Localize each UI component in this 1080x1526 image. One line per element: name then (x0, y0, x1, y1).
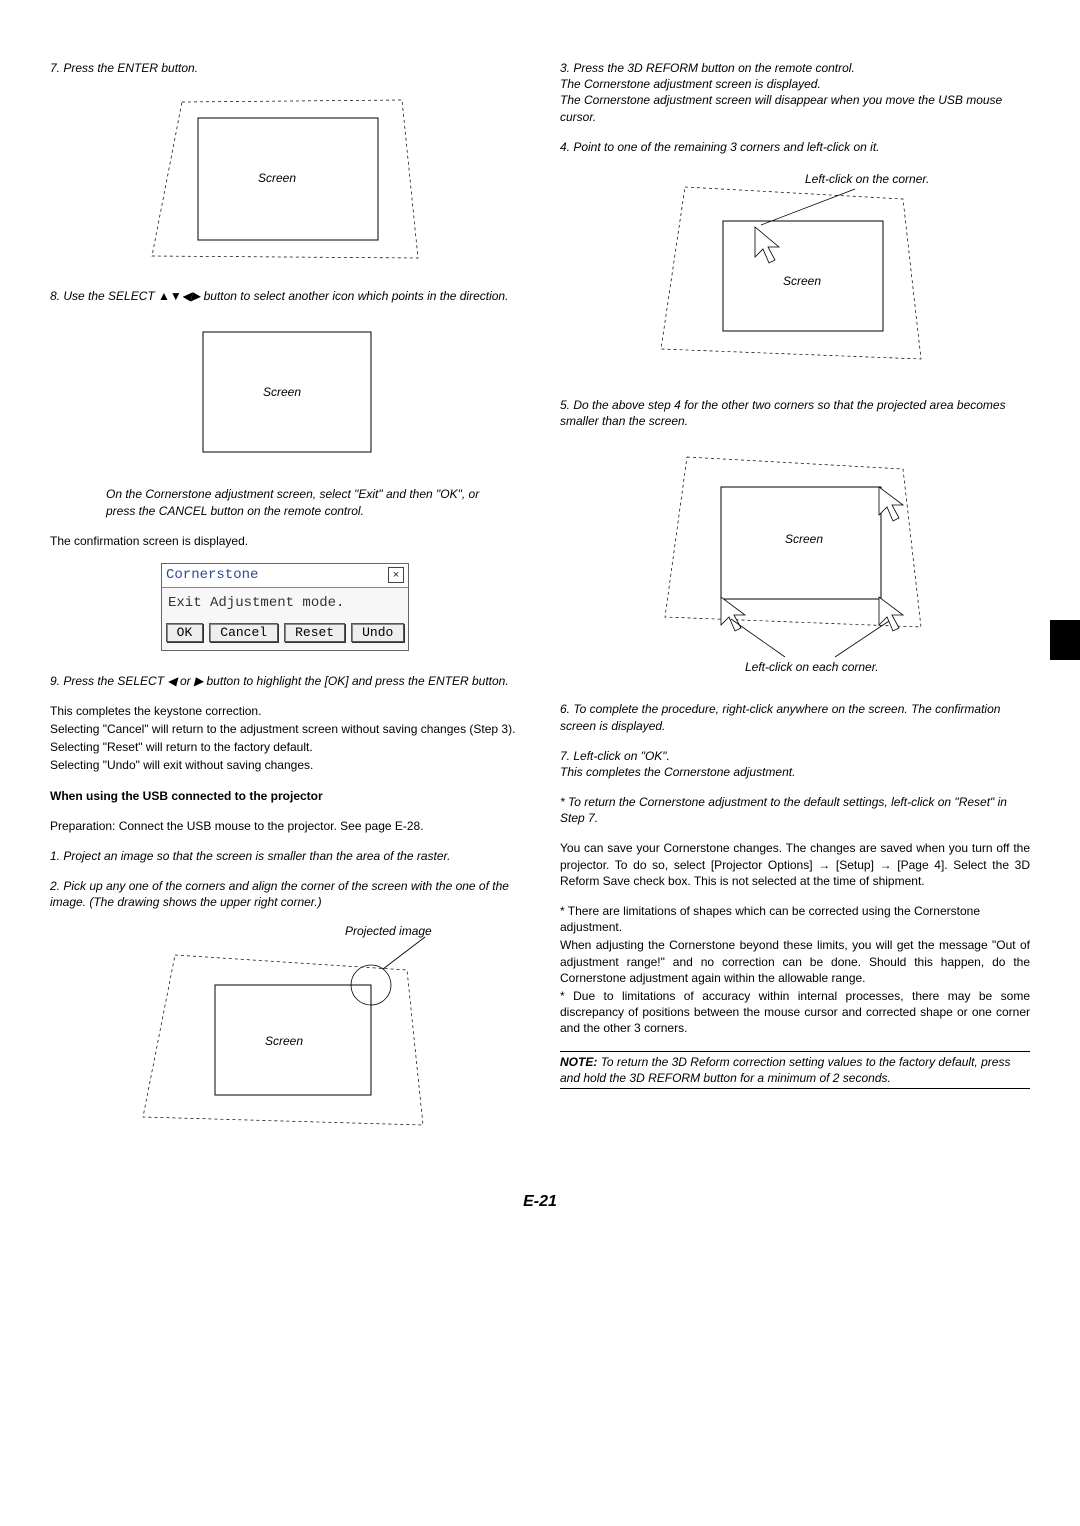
undo-effect: Selecting "Undo" will exit without savin… (50, 757, 520, 773)
cornerstone-dialog: Cornerstone × Exit Adjustment mode. OK C… (161, 563, 409, 651)
limitation-star: * There are limitations of shapes which … (560, 903, 1030, 935)
page-number: E-21 (50, 1191, 1030, 1213)
usb-step-1: 1. Project an image so that the screen i… (50, 848, 520, 864)
factory-note-text: To return the 3D Reform correction setti… (560, 1055, 1010, 1085)
cornerstone-exit-note: On the Cornerstone adjustment screen, se… (106, 486, 500, 518)
figure-click-each-corner: Screen Left-click on each corner. (560, 443, 1030, 683)
figure-click-corner: Left-click on the corner. Screen (560, 169, 1030, 379)
limitation-body: When adjusting the Cornerstone beyond th… (560, 937, 1030, 986)
accuracy-star: * Due to limitations of accuracy within … (560, 988, 1030, 1037)
reset-button[interactable]: Reset (284, 623, 345, 642)
svg-text:Left-click on each corner.: Left-click on each corner. (745, 660, 879, 674)
figure-projected-image: Projected image Screen (50, 925, 520, 1145)
left-column: 7. Press the ENTER button. Screen 8. Use… (50, 60, 520, 1163)
usb-prep: Preparation: Connect the USB mouse to th… (50, 818, 520, 834)
reset-effect: Selecting "Reset" will return to the fac… (50, 739, 520, 755)
r-step-5: 5. Do the above step 4 for the other two… (560, 397, 1030, 429)
step-7: 7. Press the ENTER button. (50, 60, 520, 76)
side-black-tab (1050, 620, 1080, 660)
r-step-4: 4. Point to one of the remaining 3 corne… (560, 139, 1030, 155)
save-paragraph: You can save your Cornerstone changes. T… (560, 840, 1030, 889)
dialog-title: Cornerstone (166, 566, 258, 585)
cancel-button[interactable]: Cancel (209, 623, 278, 642)
confirm-displayed: The confirmation screen is displayed. (50, 533, 520, 549)
svg-text:Projected image: Projected image (345, 925, 432, 938)
figure-screen-keystone-2: Screen (50, 318, 520, 468)
usb-heading: When using the USB connected to the proj… (50, 788, 520, 804)
svg-text:Screen: Screen (263, 385, 301, 399)
ok-button[interactable]: OK (166, 623, 204, 642)
svg-text:Screen: Screen (265, 1034, 303, 1048)
completes-keystone: This completes the keystone correction. (50, 703, 520, 719)
usb-step-2: 2. Pick up any one of the corners and al… (50, 878, 520, 910)
step-9: 9. Press the SELECT ◀ or ▶ button to hig… (50, 673, 520, 689)
dialog-message: Exit Adjustment mode. (162, 588, 408, 619)
r-step-6: 6. To complete the procedure, right-clic… (560, 701, 1030, 733)
r-step-3: 3. Press the 3D REFORM button on the rem… (560, 60, 1030, 125)
undo-button[interactable]: Undo (351, 623, 404, 642)
step-8: 8. Use the SELECT ▲▼◀▶ button to select … (50, 288, 520, 304)
svg-text:Screen: Screen (785, 532, 823, 546)
close-icon[interactable]: × (388, 567, 404, 583)
svg-text:Left-click on the corner.: Left-click on the corner. (805, 172, 929, 186)
cancel-effect: Selecting "Cancel" will return to the ad… (50, 721, 520, 737)
r-step-7: 7. Left-click on "OK". This completes th… (560, 748, 1030, 780)
svg-text:Screen: Screen (258, 171, 296, 185)
r-star-reset: * To return the Cornerstone adjustment t… (560, 794, 1030, 826)
factory-note: NOTE: To return the 3D Reform correction… (560, 1051, 1030, 1089)
figure-screen-keystone-1: Screen (50, 90, 520, 270)
right-column: 3. Press the 3D REFORM button on the rem… (560, 60, 1030, 1163)
svg-text:Screen: Screen (783, 274, 821, 288)
